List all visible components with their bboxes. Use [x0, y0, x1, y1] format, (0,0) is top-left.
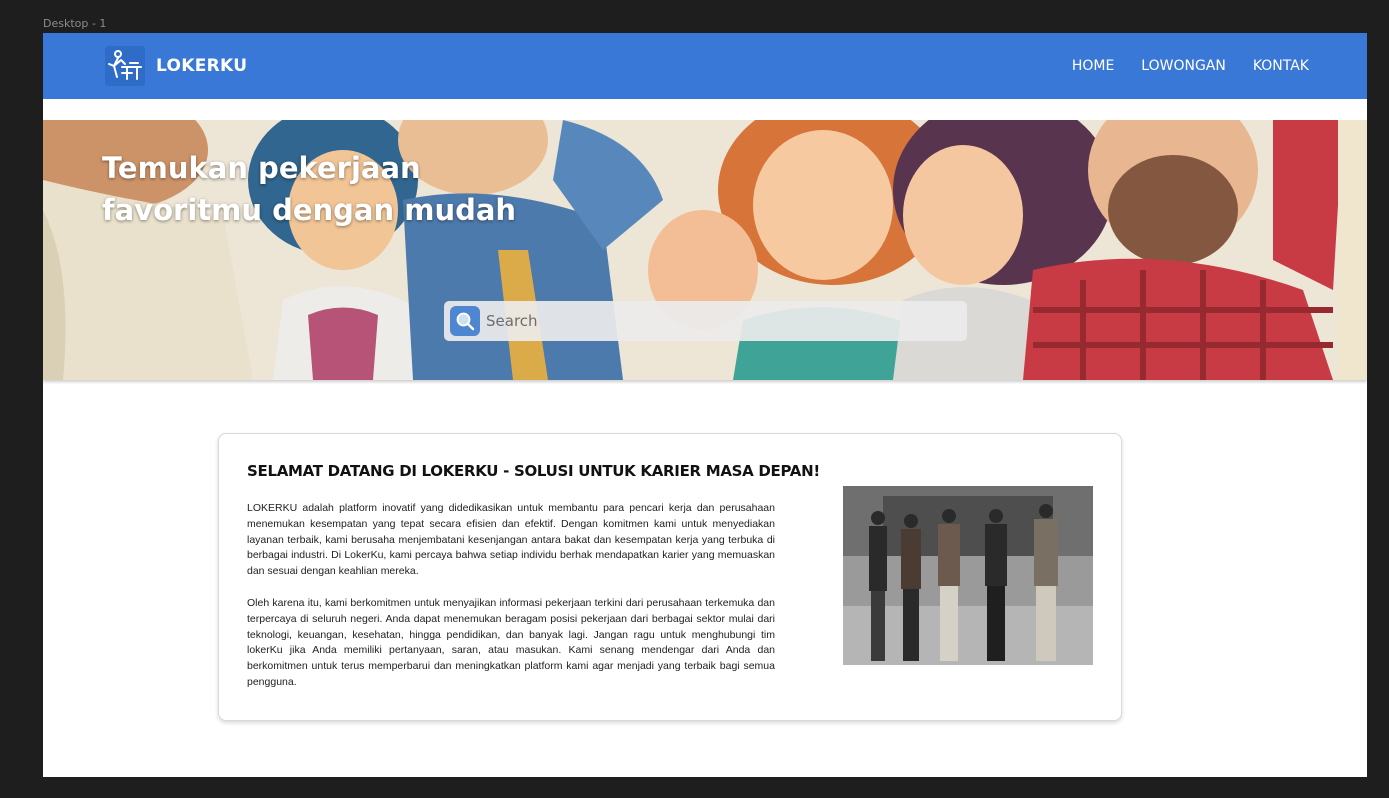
- desktop-frame: LOKERKU HOME LOWONGAN KONTAK Temukan pek…: [43, 33, 1367, 777]
- nav-menu: HOME LOWONGAN KONTAK: [1045, 33, 1309, 99]
- team-photo: [843, 486, 1093, 665]
- search-button[interactable]: [450, 306, 480, 336]
- brand-name: LOKERKU: [156, 56, 248, 76]
- hero-title: Temukan pekerjaan favoritmu dengan mudah: [102, 151, 517, 227]
- navbar: LOKERKU HOME LOWONGAN KONTAK: [43, 33, 1367, 99]
- frame-label: Desktop - 1: [43, 17, 107, 30]
- nav-lowongan[interactable]: LOWONGAN: [1141, 58, 1226, 74]
- about-card: SELAMAT DATANG DI LOKERKU - SOLUSI UNTUK…: [218, 433, 1122, 721]
- hero-banner: Temukan pekerjaan favoritmu dengan mudah: [43, 120, 1367, 380]
- about-paragraph-1: LOKERKU adalah platform inovatif yang di…: [247, 502, 775, 578]
- search-bar: [444, 301, 967, 341]
- search-input[interactable]: [486, 306, 946, 336]
- nav-home[interactable]: HOME: [1072, 58, 1114, 74]
- about-title: SELAMAT DATANG DI LOKERKU - SOLUSI UNTUK…: [247, 462, 820, 480]
- about-paragraph-2: Oleh karena itu, kami berkomitmen untuk …: [247, 597, 775, 688]
- nav-kontak[interactable]: KONTAK: [1253, 58, 1309, 74]
- brand-logo[interactable]: LOKERKU: [105, 46, 247, 86]
- search-icon: [456, 312, 475, 331]
- person-at-desk-icon: [105, 46, 145, 86]
